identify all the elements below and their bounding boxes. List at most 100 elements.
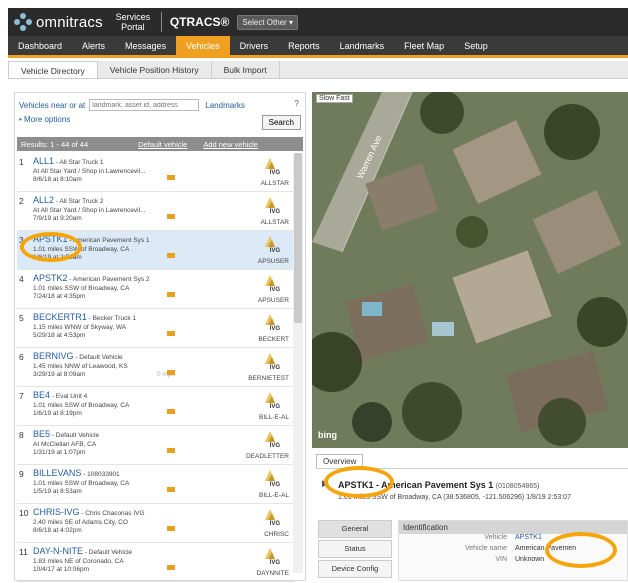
vehicle-timestamp: 1/8/19 at 2:53am	[33, 254, 82, 261]
tab-bulk-import[interactable]: Bulk Import	[212, 61, 280, 78]
row-number: 9	[19, 469, 24, 479]
vehicle-name-link[interactable]: ALL2 - All Star Truck 2	[33, 195, 104, 205]
vehicle-name-link[interactable]: DAY-N-NITE - Default Vehicle	[33, 546, 132, 556]
vehicle-name-link[interactable]: APSTK1 - American Pavement Sys 1	[33, 234, 150, 244]
account-name: BILL-E-AL	[259, 414, 289, 421]
vehicle-name-link[interactable]: BE5 - Default Vehicle	[33, 429, 99, 439]
vehicle-name-link[interactable]: APSTK2 - American Pavement Sys 2	[33, 273, 150, 283]
vehicle-id-link[interactable]: ALL2	[33, 195, 54, 205]
vehicle-row[interactable]: 8 BE5 - Default Vehicle At McClellan AFB, …	[17, 426, 295, 465]
field-row: VIN Unknown	[399, 556, 627, 567]
detail-button-status[interactable]: Status	[318, 540, 392, 558]
vehicle-row[interactable]: 1 ALL1 - All Star Truck 1 At All Star Yard…	[17, 153, 295, 192]
help-icon[interactable]: ?	[295, 99, 299, 108]
vehicle-name-link[interactable]: ALL1 - All Star Truck 1	[33, 156, 104, 166]
vehicle-id-link[interactable]: BERNIVG	[33, 351, 74, 361]
nav-item-reports[interactable]: Reports	[278, 36, 330, 55]
ivg-icon	[263, 313, 277, 327]
omnitracs-logo[interactable]: omnitracs	[14, 13, 103, 31]
field-label: Vehicle	[484, 534, 507, 541]
row-number: 3	[19, 235, 24, 245]
nav-item-setup[interactable]: Setup	[454, 36, 498, 55]
vehicle-id-link[interactable]: BECKERTR1	[33, 312, 87, 322]
vehicle-timestamp: 1/5/19 at 8:53am	[33, 488, 82, 495]
nav-item-landmarks[interactable]: Landmarks	[330, 36, 395, 55]
heading-arrow-icon	[167, 175, 175, 180]
vehicle-row[interactable]: 6 BERNIVG - Default Vehicle 1.45 miles NNW…	[17, 348, 295, 387]
add-new-vehicle-link[interactable]: Add new vehicle	[203, 140, 258, 149]
detail-button-device-config[interactable]: Device Config	[318, 560, 392, 578]
vehicle-id-link[interactable]: BE5	[33, 429, 50, 439]
field-value: Unknown	[515, 556, 545, 563]
nav-item-messages[interactable]: Messages	[115, 36, 176, 55]
vehicle-description: - 108033901	[81, 471, 120, 478]
nav-item-fleet-map[interactable]: Fleet Map	[394, 36, 454, 55]
vehicle-id-link[interactable]: CHRIS-IVG	[33, 507, 80, 517]
field-row: Vehicle APSTK1	[399, 534, 627, 545]
ivg-icon	[263, 196, 277, 210]
heading-arrow-icon	[167, 214, 175, 219]
list-scrollbar[interactable]	[293, 153, 303, 573]
detail-side-buttons: General Status Device Config	[318, 520, 392, 580]
vehicle-name-link[interactable]: BERNIVG - Default Vehicle	[33, 351, 123, 361]
ivg-icon	[263, 352, 277, 366]
detail-button-general[interactable]: General	[318, 520, 392, 538]
scrollbar-thumb[interactable]	[294, 153, 302, 323]
location-search-input[interactable]	[89, 99, 200, 111]
vehicle-row[interactable]: 10 CHRIS-IVG - Chris Chaconas IVG 2.40 mil…	[17, 504, 295, 543]
search-button[interactable]: Search	[261, 115, 301, 130]
bing-logo: bing	[318, 430, 337, 440]
row-number: 4	[19, 274, 24, 284]
field-value: American Pavemen	[515, 545, 577, 552]
vehicles-near-label[interactable]: Vehicles near or at	[19, 101, 85, 110]
row-number: 1	[19, 157, 24, 167]
vehicle-name-link[interactable]: BILLEVANS - 108033901	[33, 468, 120, 478]
vehicle-id-link[interactable]: ALL1	[33, 156, 54, 166]
nav-item-dashboard[interactable]: Dashboard	[8, 36, 72, 55]
ivg-label: IVG	[269, 248, 280, 254]
vehicle-row[interactable]: 2 ALL2 - All Star Truck 2 At All Star Yard…	[17, 192, 295, 231]
nav-item-alerts[interactable]: Alerts	[72, 36, 115, 55]
vehicle-id-link[interactable]: APSTK1	[33, 234, 68, 244]
row-number: 6	[19, 352, 24, 362]
vehicle-name-link[interactable]: CHRIS-IVG - Chris Chaconas IVG	[33, 507, 145, 517]
ivg-icon	[263, 274, 277, 288]
select-other-dropdown[interactable]: Select Other ▾	[237, 14, 299, 30]
ivg-icon	[263, 508, 277, 522]
landmarks-link[interactable]: Landmarks	[205, 101, 245, 110]
vehicle-row[interactable]: 11 DAY-N-NITE - Default Vehicle 1.83 miles…	[17, 543, 295, 582]
account-name: BERNIETEST	[248, 375, 289, 382]
default-vehicle-link[interactable]: Default vehicle	[138, 140, 187, 149]
nav-item-drivers[interactable]: Drivers	[230, 36, 279, 55]
tab-overview[interactable]: Overview	[316, 454, 364, 468]
vehicle-row[interactable]: 4 APSTK2 - American Pavement Sys 2 1.01 mi…	[17, 270, 295, 309]
vehicle-description: - All Star Truck 2	[54, 198, 104, 205]
satellite-map[interactable]: Slow Fast Warren Ave bing	[312, 92, 628, 448]
identification-panel: Identification Vehicle APSTK1 Vehicle name…	[398, 520, 628, 581]
vehicle-location: At All Star Yard / Shop in Lawrencevil..…	[33, 207, 146, 214]
vehicle-id-link[interactable]: BE4	[33, 390, 50, 400]
vehicle-row[interactable]: 9 BILLEVANS - 108033901 1.01 miles SSW of …	[17, 465, 295, 504]
vehicle-row[interactable]: 5 BECKERTR1 - Becker Truck 1 1.15 miles WN…	[17, 309, 295, 348]
vehicle-id-link[interactable]: DAY-N-NITE	[33, 546, 83, 556]
vehicle-timestamp: 1/6/19 at 8:19pm	[33, 410, 82, 417]
vehicle-row[interactable]: 7 BE4 - Eval Unit 4 1.01 miles SSW of Broa…	[17, 387, 295, 426]
tab-vehicle-position-history[interactable]: Vehicle Position History	[98, 61, 212, 78]
speed-legend: Slow Fast	[316, 94, 353, 103]
vehicle-name-link[interactable]: BE4 - Eval Unit 4	[33, 390, 87, 400]
vehicle-id-link[interactable]: APSTK2	[33, 273, 68, 283]
vehicle-row[interactable]: 3 APSTK1 - American Pavement Sys 1 1.01 mi…	[17, 231, 295, 270]
nav-item-vehicles[interactable]: Vehicles	[176, 36, 230, 55]
vehicle-name-link[interactable]: BECKERTR1 - Becker Truck 1	[33, 312, 136, 322]
ivg-label: IVG	[269, 326, 280, 332]
more-options-link[interactable]: • More options	[19, 115, 70, 124]
ivg-label: IVG	[269, 404, 280, 410]
vehicle-location: 1.15 miles WNW of Skyway, WA	[33, 324, 127, 331]
vehicle-location: 1.83 miles NE of Coronado, CA	[33, 558, 124, 565]
vehicle-id-link[interactable]: BILLEVANS	[33, 468, 81, 478]
vehicle-timestamp: 8/6/18 at 8:10am	[33, 176, 82, 183]
field-value[interactable]: APSTK1	[515, 534, 542, 541]
vehicle-timestamp: 7/9/19 at 9:20am	[33, 215, 82, 222]
tab-vehicle-directory[interactable]: Vehicle Directory	[8, 61, 98, 78]
heading-arrow-icon	[167, 409, 175, 414]
